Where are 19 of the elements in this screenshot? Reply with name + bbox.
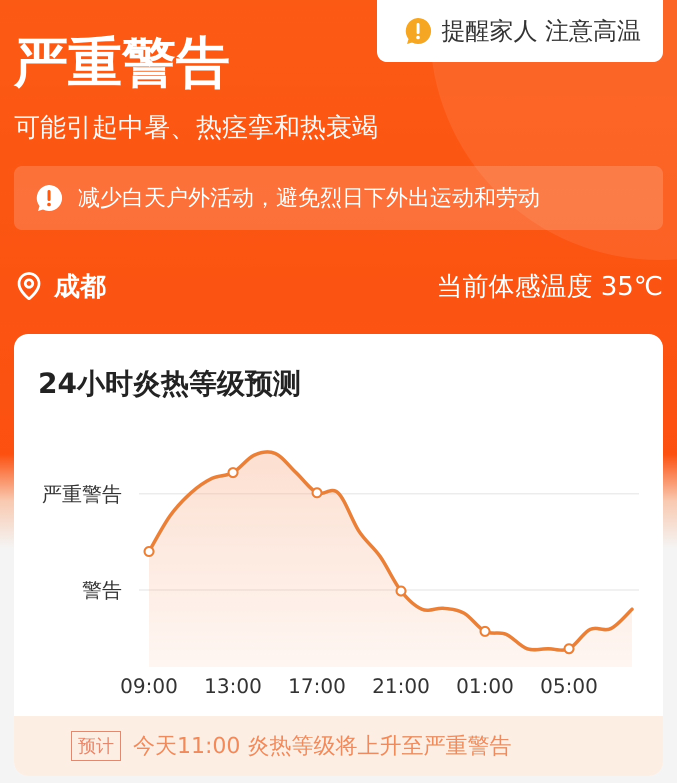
alert-icon — [34, 183, 64, 213]
x-axis-label: 13:00 — [204, 674, 262, 698]
forecast-note: 今天11:00 炎热等级将上升至严重警告 — [133, 733, 512, 761]
warning-subtitle: 可能引起中暑、热痉挛和热衰竭 — [14, 112, 378, 145]
x-axis-label: 21:00 — [372, 674, 430, 698]
x-axis-label: 01:00 — [456, 674, 514, 698]
x-axis-label: 17:00 — [288, 674, 346, 698]
forecast-tag: 预计 — [71, 731, 121, 761]
y-axis-label: 警告 — [82, 578, 122, 602]
feels-like-temperature: 当前体感温度 35℃ — [436, 270, 663, 304]
advice-text: 减少白天户外活动，避免烈日下外出运动和劳动 — [78, 185, 540, 213]
alert-icon — [403, 16, 434, 46]
x-axis-label: 09:00 — [120, 674, 178, 698]
y-axis-label: 严重警告 — [42, 482, 122, 506]
x-axis-label: 05:00 — [540, 674, 598, 698]
forecast-title: 24小时炎热等级预测 — [37, 366, 301, 402]
warning-level-title: 严重警告 — [14, 30, 230, 96]
location-name: 成都 — [54, 270, 106, 304]
alert-family-button[interactable]: 提醒家人 注意高温 — [377, 0, 663, 62]
